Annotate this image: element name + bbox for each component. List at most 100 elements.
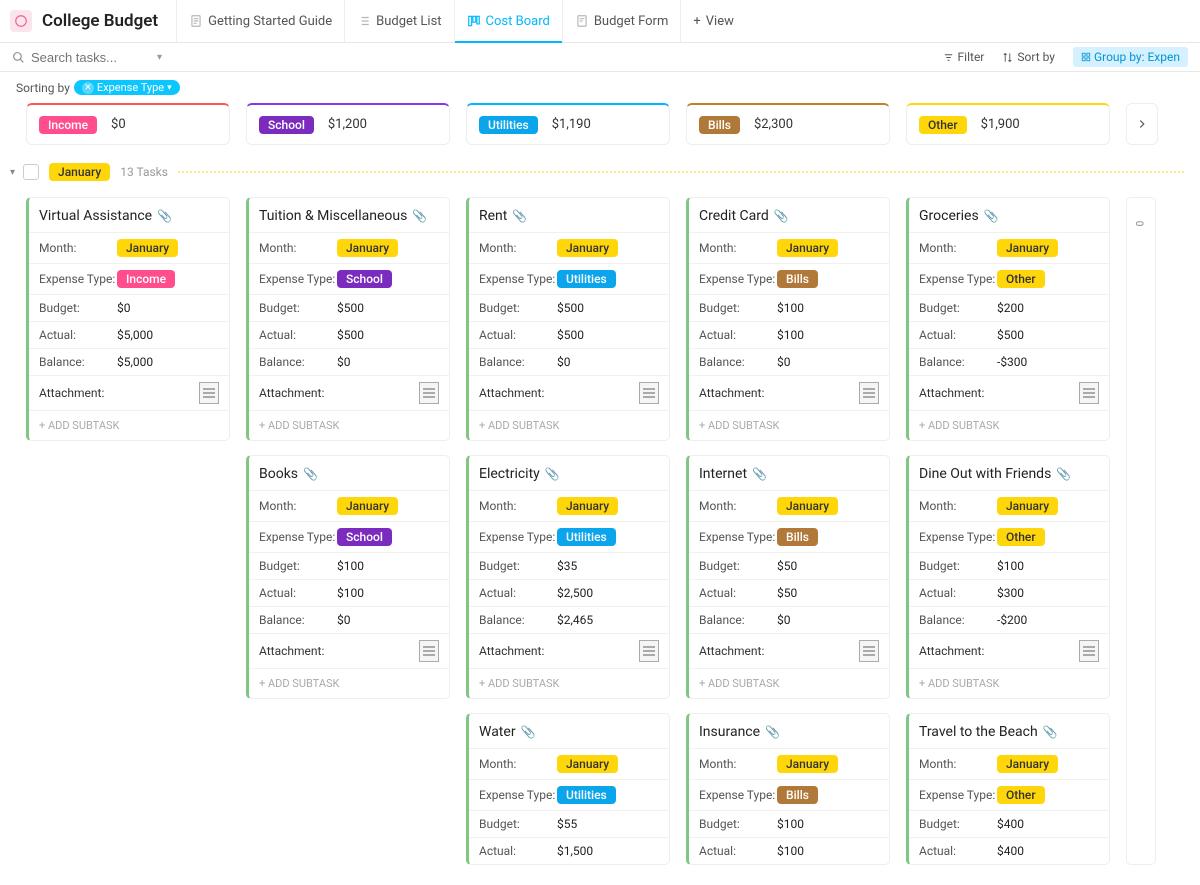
file-icon[interactable]	[639, 382, 659, 404]
toolbar: ▾ Filter Sort by Group by: Expen	[0, 43, 1200, 72]
doc-icon	[189, 14, 203, 28]
field-balance: Balance:$0	[689, 606, 889, 633]
column-amount: $1,900	[981, 117, 1020, 132]
month-badge: January	[777, 497, 838, 515]
groupby-button[interactable]: Group by: Expen	[1073, 47, 1188, 67]
add-subtask-button[interactable]: + ADD SUBTASK	[249, 410, 449, 440]
add-subtask-button[interactable]: + ADD SUBTASK	[469, 410, 669, 440]
column-tag: Other	[919, 116, 967, 134]
file-icon[interactable]	[639, 640, 659, 662]
collapse-icon[interactable]: ▾	[10, 167, 15, 178]
field-attachment: Attachment:	[469, 633, 669, 668]
type-badge: Other	[997, 786, 1045, 804]
add-subtask-button[interactable]: + ADD SUBTASK	[29, 410, 229, 440]
add-subtask-button[interactable]: + ADD SUBTASK	[909, 410, 1109, 440]
card-title: Internet 📎	[689, 456, 889, 490]
task-card[interactable]: Books 📎Month:JanuaryExpense Type:SchoolB…	[246, 455, 450, 699]
field-actual: Actual:$100	[689, 837, 889, 864]
tab-budget-list[interactable]: Budget List	[344, 0, 453, 42]
attachment-icon: 📎	[303, 467, 318, 481]
file-icon[interactable]	[199, 382, 219, 404]
next-column-button[interactable]	[1126, 103, 1158, 145]
task-card[interactable]: Electricity 📎Month:JanuaryExpense Type:U…	[466, 455, 670, 699]
type-badge: Bills	[777, 528, 818, 546]
field-budget: Budget:$200	[909, 294, 1109, 321]
tab-getting-started[interactable]: Getting Started Guide	[176, 0, 344, 42]
add-subtask-button[interactable]: + ADD SUBTASK	[469, 668, 669, 698]
field-month: Month:January	[689, 232, 889, 263]
task-card[interactable]: Insurance 📎Month:JanuaryExpense Type:Bil…	[686, 713, 890, 865]
task-card[interactable]: Groceries 📎Month:JanuaryExpense Type:Oth…	[906, 197, 1110, 441]
collapsed-column[interactable]: 0	[1126, 197, 1156, 865]
sortby-button[interactable]: Sort by	[1002, 50, 1055, 64]
column-tag: School	[259, 116, 314, 134]
page-title: College Budget	[42, 11, 158, 31]
task-card[interactable]: Water 📎Month:JanuaryExpense Type:Utiliti…	[466, 713, 670, 865]
file-icon[interactable]	[419, 382, 439, 404]
task-card[interactable]: Travel to the Beach 📎Month:JanuaryExpens…	[906, 713, 1110, 865]
file-icon[interactable]	[859, 640, 879, 662]
chevron-down-icon: ▾	[167, 83, 172, 93]
file-icon[interactable]	[859, 382, 879, 404]
tab-label: Budget List	[376, 14, 441, 29]
toolbar-right: Filter Sort by Group by: Expen	[943, 47, 1188, 67]
sorting-chip-label: Expense Type	[97, 81, 164, 94]
add-subtask-button[interactable]: + ADD SUBTASK	[909, 668, 1109, 698]
task-card[interactable]: Rent 📎Month:JanuaryExpense Type:Utilitie…	[466, 197, 670, 441]
column-header-bills[interactable]: Bills$2,300	[686, 103, 890, 145]
attachment-icon: 📎	[412, 209, 427, 223]
close-icon[interactable]: ✕	[82, 82, 94, 94]
column-header-utilities[interactable]: Utilities$1,190	[466, 103, 670, 145]
field-actual: Actual:$500	[469, 321, 669, 348]
file-icon[interactable]	[1079, 382, 1099, 404]
field-attachment: Attachment:	[689, 375, 889, 410]
attachment-icon: 📎	[1056, 467, 1071, 481]
add-subtask-button[interactable]: + ADD SUBTASK	[689, 668, 889, 698]
field-attachment: Attachment:	[909, 633, 1109, 668]
column-tag: Utilities	[479, 116, 538, 134]
tab-budget-form[interactable]: Budget Form	[562, 0, 681, 42]
attachment-icon: 📎	[512, 209, 527, 223]
sorting-chip[interactable]: ✕ Expense Type ▾	[74, 80, 180, 95]
card-title: Virtual Assistance 📎	[29, 198, 229, 232]
search-box[interactable]: ▾	[12, 50, 162, 65]
add-subtask-button[interactable]: + ADD SUBTASK	[689, 410, 889, 440]
type-badge: Other	[997, 528, 1045, 546]
column-amount: $2,300	[754, 117, 793, 132]
column-header-school[interactable]: School$1,200	[246, 103, 450, 145]
field-month: Month:January	[249, 490, 449, 521]
card-title: Insurance 📎	[689, 714, 889, 748]
task-card[interactable]: Credit Card 📎Month:JanuaryExpense Type:B…	[686, 197, 890, 441]
month-badge: January	[777, 239, 838, 257]
field-actual: Actual:$50	[689, 579, 889, 606]
field-budget: Budget:$100	[909, 552, 1109, 579]
task-card[interactable]: Tuition & Miscellaneous 📎Month:JanuaryEx…	[246, 197, 450, 441]
task-card[interactable]: Virtual Assistance 📎Month:JanuaryExpense…	[26, 197, 230, 441]
field-expense-type: Expense Type:School	[249, 521, 449, 552]
tab-add-view[interactable]: + View	[680, 0, 746, 42]
field-expense-type: Expense Type:Bills	[689, 263, 889, 294]
field-month: Month:January	[689, 490, 889, 521]
column-header-other[interactable]: Other $1,900	[906, 103, 1110, 145]
add-subtask-button[interactable]: + ADD SUBTASK	[249, 668, 449, 698]
file-icon[interactable]	[419, 640, 439, 662]
month-badge: January	[997, 755, 1058, 773]
attachment-icon: 📎	[521, 725, 536, 739]
task-card[interactable]: Dine Out with Friends 📎Month:JanuaryExpe…	[906, 455, 1110, 699]
month-tag[interactable]: January	[49, 163, 110, 181]
file-icon[interactable]	[1079, 640, 1099, 662]
tab-cost-board[interactable]: Cost Board	[454, 0, 562, 42]
chevron-down-icon[interactable]: ▾	[157, 52, 162, 63]
board-column: Virtual Assistance 📎Month:JanuaryExpense…	[26, 197, 230, 865]
filter-button[interactable]: Filter	[943, 50, 985, 64]
column-tag: Income	[39, 116, 97, 134]
task-card[interactable]: Internet 📎Month:JanuaryExpense Type:Bill…	[686, 455, 890, 699]
field-budget: Budget:$400	[909, 810, 1109, 837]
checkbox[interactable]	[23, 164, 39, 180]
attachment-icon: 📎	[774, 209, 789, 223]
field-expense-type: Expense Type:School	[249, 263, 449, 294]
field-actual: Actual:$5,000	[29, 321, 229, 348]
field-actual: Actual:$1,500	[469, 837, 669, 864]
column-header-income[interactable]: Income$0	[26, 103, 230, 145]
search-input[interactable]	[31, 50, 151, 65]
